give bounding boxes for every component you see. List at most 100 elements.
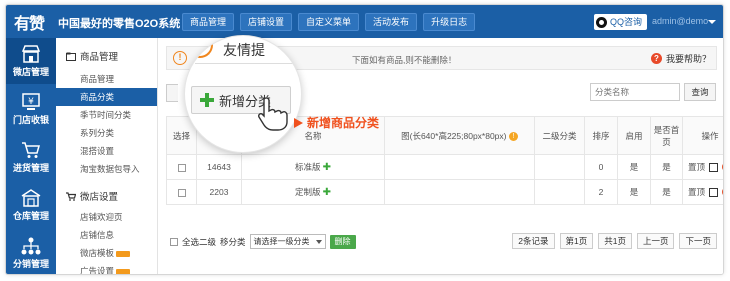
col-header-enabled: 启用 (617, 116, 651, 155)
menu-group-products: 商品管理 (66, 49, 118, 63)
menu-group-label: 商品管理 (80, 52, 119, 63)
cell-actions: 置顶 × (682, 154, 723, 180)
sidebar-item-wechat-store[interactable]: 微店管理 (6, 38, 56, 84)
cell-name: 标准版 ✚ (241, 154, 385, 180)
prev-page-button[interactable]: 上一页 (636, 233, 675, 249)
table-row: 2203 定制版✚ 2 是 是 置顶 × (166, 179, 723, 205)
col-header-image-label: 图(长640*高225;80px*80px) (401, 130, 507, 141)
move-category-select[interactable]: 请选择一级分类 (249, 234, 326, 249)
app-window: 有赞 中国最好的零售O2O系统 商品管理 店铺设置 自定义菜单 活动发布 升级日… (5, 4, 724, 275)
cell-name-text: 标准版 (295, 161, 321, 172)
bottom-bar: 全选二级 移分类 请选择一级分类 删除 2条记录 第1页 共1页 上一页 下一页 (166, 231, 717, 255)
store-icon (21, 45, 41, 63)
cell-name-text: 定制版 (295, 186, 321, 197)
search-input[interactable] (590, 83, 680, 101)
cell-image (384, 154, 535, 180)
cashier-icon: ¥ (22, 93, 40, 110)
row-checkbox[interactable] (177, 163, 186, 172)
cell-order: 0 (584, 154, 618, 180)
question-icon: ? (651, 53, 662, 64)
callout-label: 新增商品分类 (294, 114, 379, 131)
user-name[interactable]: admin@demo (652, 16, 708, 26)
menu-item-store-info[interactable]: 店铺信息 (56, 226, 157, 244)
callout-text: 新增商品分类 (307, 116, 380, 130)
add-category-button-edge[interactable] (166, 84, 178, 102)
col-header-actions: 操作 (682, 116, 723, 155)
delete-icon[interactable]: × (722, 187, 723, 197)
hot-badge (116, 250, 131, 257)
menu-item-season-category[interactable]: 季节时间分类 (56, 106, 157, 124)
top-nav-custom-menu[interactable]: 自定义菜单 (298, 13, 360, 31)
record-count: 2条记录 (512, 233, 555, 249)
menu-item-label: 微店模板 (80, 248, 115, 258)
search-button[interactable]: 查询 (684, 83, 716, 101)
help-link[interactable]: ? 我要帮助？ (651, 52, 711, 65)
sidebar-label: 进货管理 (12, 163, 49, 173)
next-page-button[interactable]: 下一页 (679, 233, 717, 249)
menu-group-store: 微店设置 (66, 189, 118, 203)
menu-item-taobao-import[interactable]: 淘宝数据包导入 (56, 160, 157, 178)
menu-item-label: 广告设置 (80, 266, 115, 275)
hand-pointer-icon (258, 97, 288, 131)
col-header-subcategory: 二级分类 (534, 116, 585, 155)
select-all-label: 全选二级 (182, 236, 217, 247)
top-nav-store-settings[interactable]: 店铺设置 (240, 13, 293, 31)
menu-item-product-category[interactable]: 商品分类 (56, 88, 157, 106)
menu-item-mix-settings[interactable]: 混搭设置 (56, 142, 157, 160)
magnifier-notice-text: 友情提 (223, 42, 265, 58)
current-page: 第1页 (559, 233, 594, 249)
system-title: 中国最好的零售O2O系统 (58, 18, 181, 30)
sidebar-item-purchase[interactable]: 进货管理 (6, 134, 56, 180)
add-subcategory-icon[interactable]: ✚ (323, 162, 331, 173)
row-checkbox[interactable] (177, 188, 186, 197)
table-row: 14643 标准版✚ 0 是 是 置顶 × (166, 154, 723, 180)
select-all-checkbox[interactable] (170, 237, 178, 246)
total-pages: 共1页 (598, 233, 632, 249)
edit-icon[interactable] (709, 187, 718, 197)
sidebar-label: 分销管理 (12, 259, 49, 269)
logo: 有赞 (14, 14, 45, 33)
menu-item-store-template[interactable]: 微店模板 (56, 244, 157, 262)
top-nav-changelog[interactable]: 升级日志 (423, 13, 476, 31)
hot-badge (116, 268, 131, 274)
pin-top-link[interactable]: 置顶 (688, 161, 705, 173)
secondary-menu: 商品管理 商品管理 商品分类 季节时间分类 系列分类 混搭设置 淘宝数据包导入 … (56, 38, 158, 275)
pin-top-link[interactable]: 置顶 (688, 186, 705, 198)
add-subcategory-icon[interactable]: ✚ (323, 187, 331, 198)
sidebar-label: 门店收银 (12, 115, 49, 125)
warehouse-icon (21, 189, 41, 207)
cell-enabled: 是 (617, 154, 651, 180)
top-nav-product[interactable]: 商品管理 (182, 13, 235, 31)
delete-icon[interactable]: × (722, 162, 723, 172)
distribution-icon (21, 237, 41, 255)
menu-item-ad-settings[interactable]: 广告设置 (56, 262, 157, 275)
menu-item-welcome-page[interactable]: 店铺欢迎页 (56, 208, 157, 226)
cell-subcategory (534, 179, 585, 205)
sidebar-label: 微店管理 (12, 67, 49, 77)
menu-group-label: 微店设置 (80, 192, 119, 203)
sidebar-item-cashier[interactable]: ¥ 门店收银 (6, 86, 56, 132)
info-icon: ! (508, 131, 518, 141)
sidebar-item-warehouse[interactable]: 仓库管理 (6, 182, 56, 228)
chevron-down-icon (315, 239, 322, 244)
bulk-delete-button[interactable]: 删除 (329, 234, 356, 249)
col-header-image: 图(长640*高225;80px*80px) ! (384, 116, 535, 155)
cell-homepage: 是 (650, 154, 683, 180)
sidebar: 微店管理 ¥ 门店收银 进货管理 仓库管理 分销管理 (6, 38, 56, 274)
notice-text: 下面如有商品,则不能删除！ (352, 55, 457, 65)
qq-consult-button[interactable]: QQ咨询 (594, 14, 648, 30)
cell-id: 14643 (196, 154, 242, 180)
edit-icon[interactable] (709, 162, 718, 172)
cell-image (384, 179, 535, 205)
svg-text:¥: ¥ (28, 97, 34, 107)
cart-icon (22, 142, 40, 158)
pagination: 2条记录 第1页 共1页 上一页 下一页 (512, 233, 717, 249)
menu-item-product-manage[interactable]: 商品管理 (56, 70, 157, 88)
top-nav-events[interactable]: 活动发布 (365, 13, 418, 31)
sidebar-item-distribution[interactable]: 分销管理 (6, 230, 56, 274)
chevron-down-icon[interactable] (708, 20, 716, 24)
menu-item-series-category[interactable]: 系列分类 (56, 124, 157, 142)
sidebar-label: 仓库管理 (12, 211, 49, 221)
info-icon (187, 36, 213, 58)
move-select-value: 请选择一级分类 (253, 237, 310, 246)
